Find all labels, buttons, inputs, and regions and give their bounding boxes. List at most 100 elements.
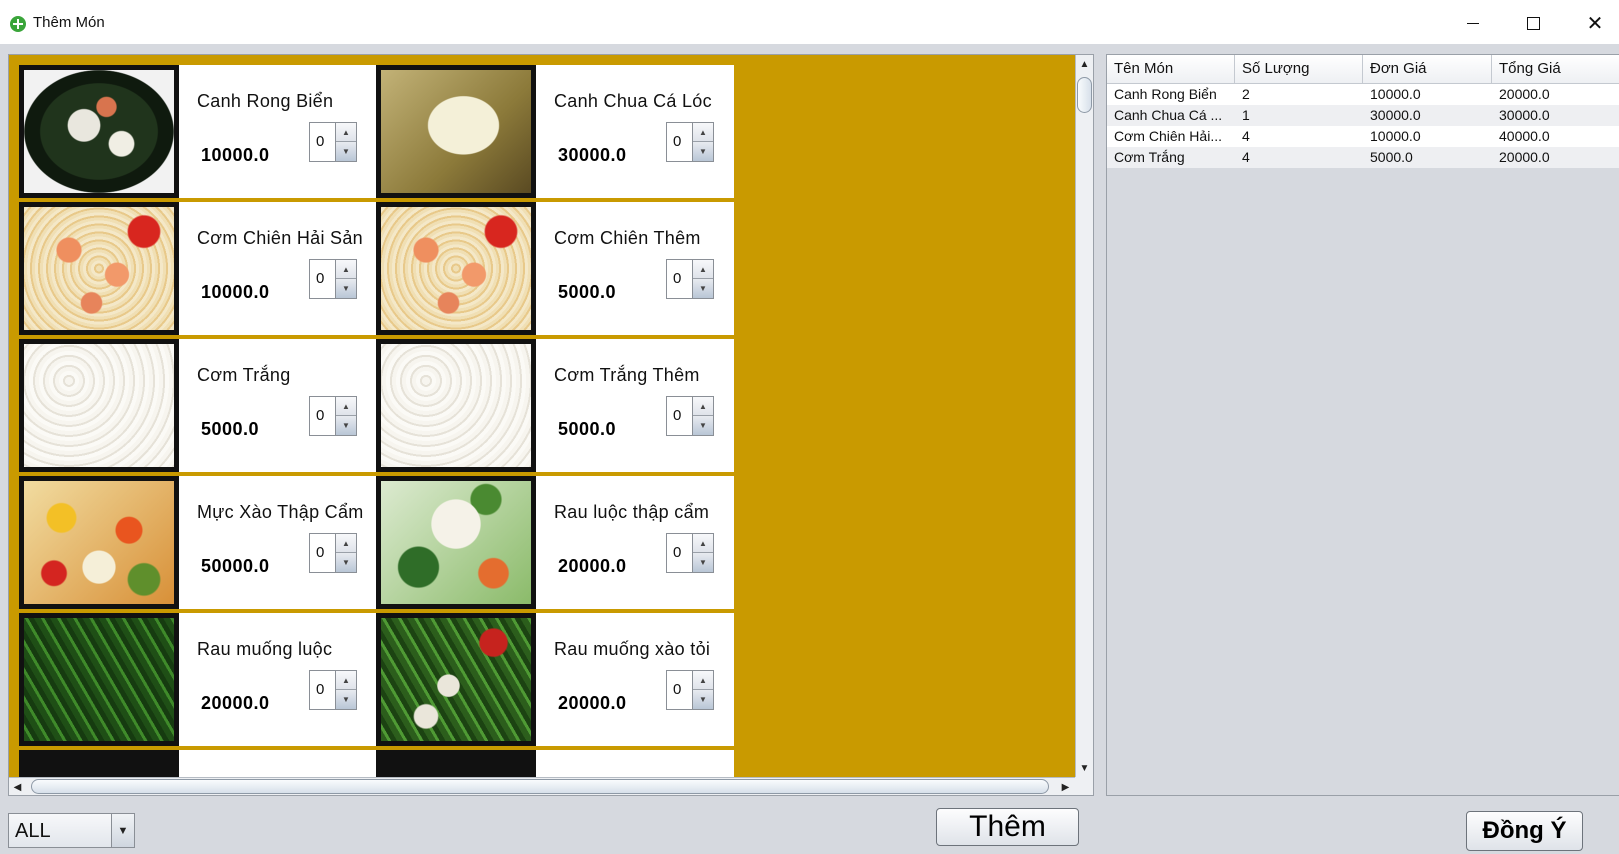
column-header-don-gia[interactable]: Đơn Giá: [1363, 55, 1492, 83]
quantity-stepper[interactable]: 0 ▲ ▼: [666, 533, 714, 573]
menu-item-card-partial: [376, 750, 734, 777]
table-cell: Canh Chua Cá ...: [1114, 107, 1223, 123]
confirm-button[interactable]: Đồng Ý: [1466, 811, 1583, 851]
decrement-arrow-icon[interactable]: ▼: [693, 142, 713, 161]
table-cell: Cơm Chiên Hải...: [1114, 128, 1222, 144]
column-header-so-luong[interactable]: Số Lượng: [1235, 55, 1363, 83]
table-header: Tên Món Số Lượng Đơn Giá Tổng Giá: [1107, 55, 1619, 84]
table-row[interactable]: Canh Chua Cá ... 1 30000.0 30000.0: [1107, 105, 1619, 126]
quantity-value[interactable]: 0: [316, 681, 324, 698]
decrement-arrow-icon[interactable]: ▼: [693, 416, 713, 435]
menu-item-card[interactable]: Rau muống luộc 20000.0 0 ▲ ▼: [19, 613, 377, 746]
category-filter-select[interactable]: ALL ▼: [8, 813, 135, 848]
increment-arrow-icon[interactable]: ▲: [693, 123, 713, 142]
increment-arrow-icon[interactable]: ▲: [336, 123, 356, 142]
item-price: 10000.0: [201, 282, 270, 302]
table-cell: 30000.0: [1370, 107, 1421, 123]
increment-arrow-icon[interactable]: ▲: [336, 671, 356, 690]
decrement-arrow-icon[interactable]: ▼: [693, 553, 713, 572]
vertical-scroll-thumb[interactable]: [1077, 77, 1092, 113]
quantity-stepper[interactable]: 0 ▲ ▼: [666, 259, 714, 299]
quantity-stepper[interactable]: 0 ▲ ▼: [309, 396, 357, 436]
quantity-value[interactable]: 0: [316, 544, 324, 561]
increment-arrow-icon[interactable]: ▲: [336, 534, 356, 553]
quantity-value[interactable]: 0: [673, 270, 681, 287]
decrement-arrow-icon[interactable]: ▼: [336, 142, 356, 161]
table-row[interactable]: Cơm Trắng 4 5000.0 20000.0: [1107, 147, 1619, 168]
quantity-stepper[interactable]: 0 ▲ ▼: [666, 396, 714, 436]
quantity-value[interactable]: 0: [673, 544, 681, 561]
quantity-value[interactable]: 0: [316, 407, 324, 424]
decrement-arrow-icon[interactable]: ▼: [693, 279, 713, 298]
item-name: Rau muống luộc: [197, 639, 333, 659]
item-price: 20000.0: [558, 693, 627, 713]
menu-item-card[interactable]: Cơm Trắng Thêm 5000.0 0 ▲ ▼: [376, 339, 734, 472]
quantity-stepper[interactable]: 0 ▲ ▼: [666, 122, 714, 162]
increment-arrow-icon[interactable]: ▲: [693, 260, 713, 279]
table-cell: 20000.0: [1499, 86, 1550, 102]
menu-item-card[interactable]: Rau luộc thập cẩm 20000.0 0 ▲ ▼: [376, 476, 734, 609]
table-row[interactable]: Cơm Chiên Hải... 4 10000.0 40000.0: [1107, 126, 1619, 147]
menu-item-card[interactable]: Cơm Chiên Hải Sản 10000.0 0 ▲ ▼: [19, 202, 377, 335]
item-price: 20000.0: [558, 556, 627, 576]
close-icon: ✕: [1586, 11, 1604, 35]
minimize-button[interactable]: [1450, 6, 1496, 40]
quantity-stepper[interactable]: 0 ▲ ▼: [309, 670, 357, 710]
maximize-icon: [1526, 16, 1540, 30]
increment-arrow-icon[interactable]: ▲: [693, 397, 713, 416]
horizontal-scrollbar[interactable]: ◀ ▶: [9, 777, 1075, 795]
table-body: Canh Rong Biển 2 10000.0 20000.0 Canh Chua C…: [1107, 84, 1619, 168]
menu-item-card-partial: [19, 750, 377, 777]
quantity-value[interactable]: 0: [316, 133, 324, 150]
title-bar: Thêm Món ✕: [0, 0, 1619, 44]
quantity-value[interactable]: 0: [673, 681, 681, 698]
table-cell: 4: [1242, 128, 1250, 144]
menu-item-card[interactable]: Canh Chua Cá Lóc 30000.0 0 ▲ ▼: [376, 65, 734, 198]
decrement-arrow-icon[interactable]: ▼: [336, 690, 356, 709]
menu-item-card[interactable]: Cơm Trắng 5000.0 0 ▲ ▼: [19, 339, 377, 472]
item-price: 30000.0: [558, 145, 627, 165]
increment-arrow-icon[interactable]: ▲: [336, 397, 356, 416]
decrement-arrow-icon[interactable]: ▼: [336, 553, 356, 572]
decrement-arrow-icon[interactable]: ▼: [336, 416, 356, 435]
menu-viewport: Canh Rong Biển 10000.0 0 ▲ ▼ Canh Chua Cá Lóc…: [9, 55, 1075, 777]
menu-item-card[interactable]: Canh Rong Biển 10000.0 0 ▲ ▼: [19, 65, 377, 198]
add-button[interactable]: Thêm: [936, 808, 1079, 846]
table-cell: 5000.0: [1370, 149, 1413, 165]
increment-arrow-icon[interactable]: ▲: [693, 534, 713, 553]
quantity-value[interactable]: 0: [673, 133, 681, 150]
scroll-left-arrow-icon[interactable]: ◀: [9, 778, 26, 796]
food-image: [19, 750, 179, 777]
column-header-ten-mon[interactable]: Tên Món: [1107, 55, 1235, 83]
item-name: Cơm Trắng Thêm: [554, 365, 700, 385]
food-image: [376, 202, 536, 335]
chevron-down-icon[interactable]: ▼: [111, 814, 134, 847]
increment-arrow-icon[interactable]: ▲: [693, 671, 713, 690]
quantity-stepper[interactable]: 0 ▲ ▼: [309, 122, 357, 162]
menu-item-card[interactable]: Rau muống xào tỏi 20000.0 0 ▲ ▼: [376, 613, 734, 746]
quantity-stepper[interactable]: 0 ▲ ▼: [309, 259, 357, 299]
decrement-arrow-icon[interactable]: ▼: [336, 279, 356, 298]
menu-item-card[interactable]: Cơm Chiên Thêm 5000.0 0 ▲ ▼: [376, 202, 734, 335]
horizontal-scroll-thumb[interactable]: [31, 779, 1049, 794]
quantity-value[interactable]: 0: [316, 270, 324, 287]
decrement-arrow-icon[interactable]: ▼: [693, 690, 713, 709]
scroll-right-arrow-icon[interactable]: ▶: [1057, 778, 1074, 796]
increment-arrow-icon[interactable]: ▲: [336, 260, 356, 279]
food-image: [19, 65, 179, 198]
quantity-value[interactable]: 0: [673, 407, 681, 424]
order-table: Tên Món Số Lượng Đơn Giá Tổng Giá Canh R…: [1106, 54, 1619, 796]
menu-item-card[interactable]: Mực Xào Thập Cẩm 50000.0 0 ▲ ▼: [19, 476, 377, 609]
menu-scroll-pane[interactable]: Canh Rong Biển 10000.0 0 ▲ ▼ Canh Chua Cá Lóc…: [8, 54, 1094, 796]
table-row[interactable]: Canh Rong Biển 2 10000.0 20000.0: [1107, 84, 1619, 105]
quantity-stepper[interactable]: 0 ▲ ▼: [309, 533, 357, 573]
scroll-down-arrow-icon[interactable]: ▼: [1076, 759, 1093, 777]
table-cell: 30000.0: [1499, 107, 1550, 123]
vertical-scrollbar[interactable]: ▲ ▼: [1075, 55, 1093, 777]
window-title: Thêm Món: [33, 14, 105, 31]
close-button[interactable]: ✕: [1572, 6, 1618, 40]
quantity-stepper[interactable]: 0 ▲ ▼: [666, 670, 714, 710]
scroll-up-arrow-icon[interactable]: ▲: [1076, 55, 1093, 73]
column-header-tong-gia[interactable]: Tổng Giá: [1492, 55, 1619, 83]
maximize-button[interactable]: [1510, 6, 1556, 40]
